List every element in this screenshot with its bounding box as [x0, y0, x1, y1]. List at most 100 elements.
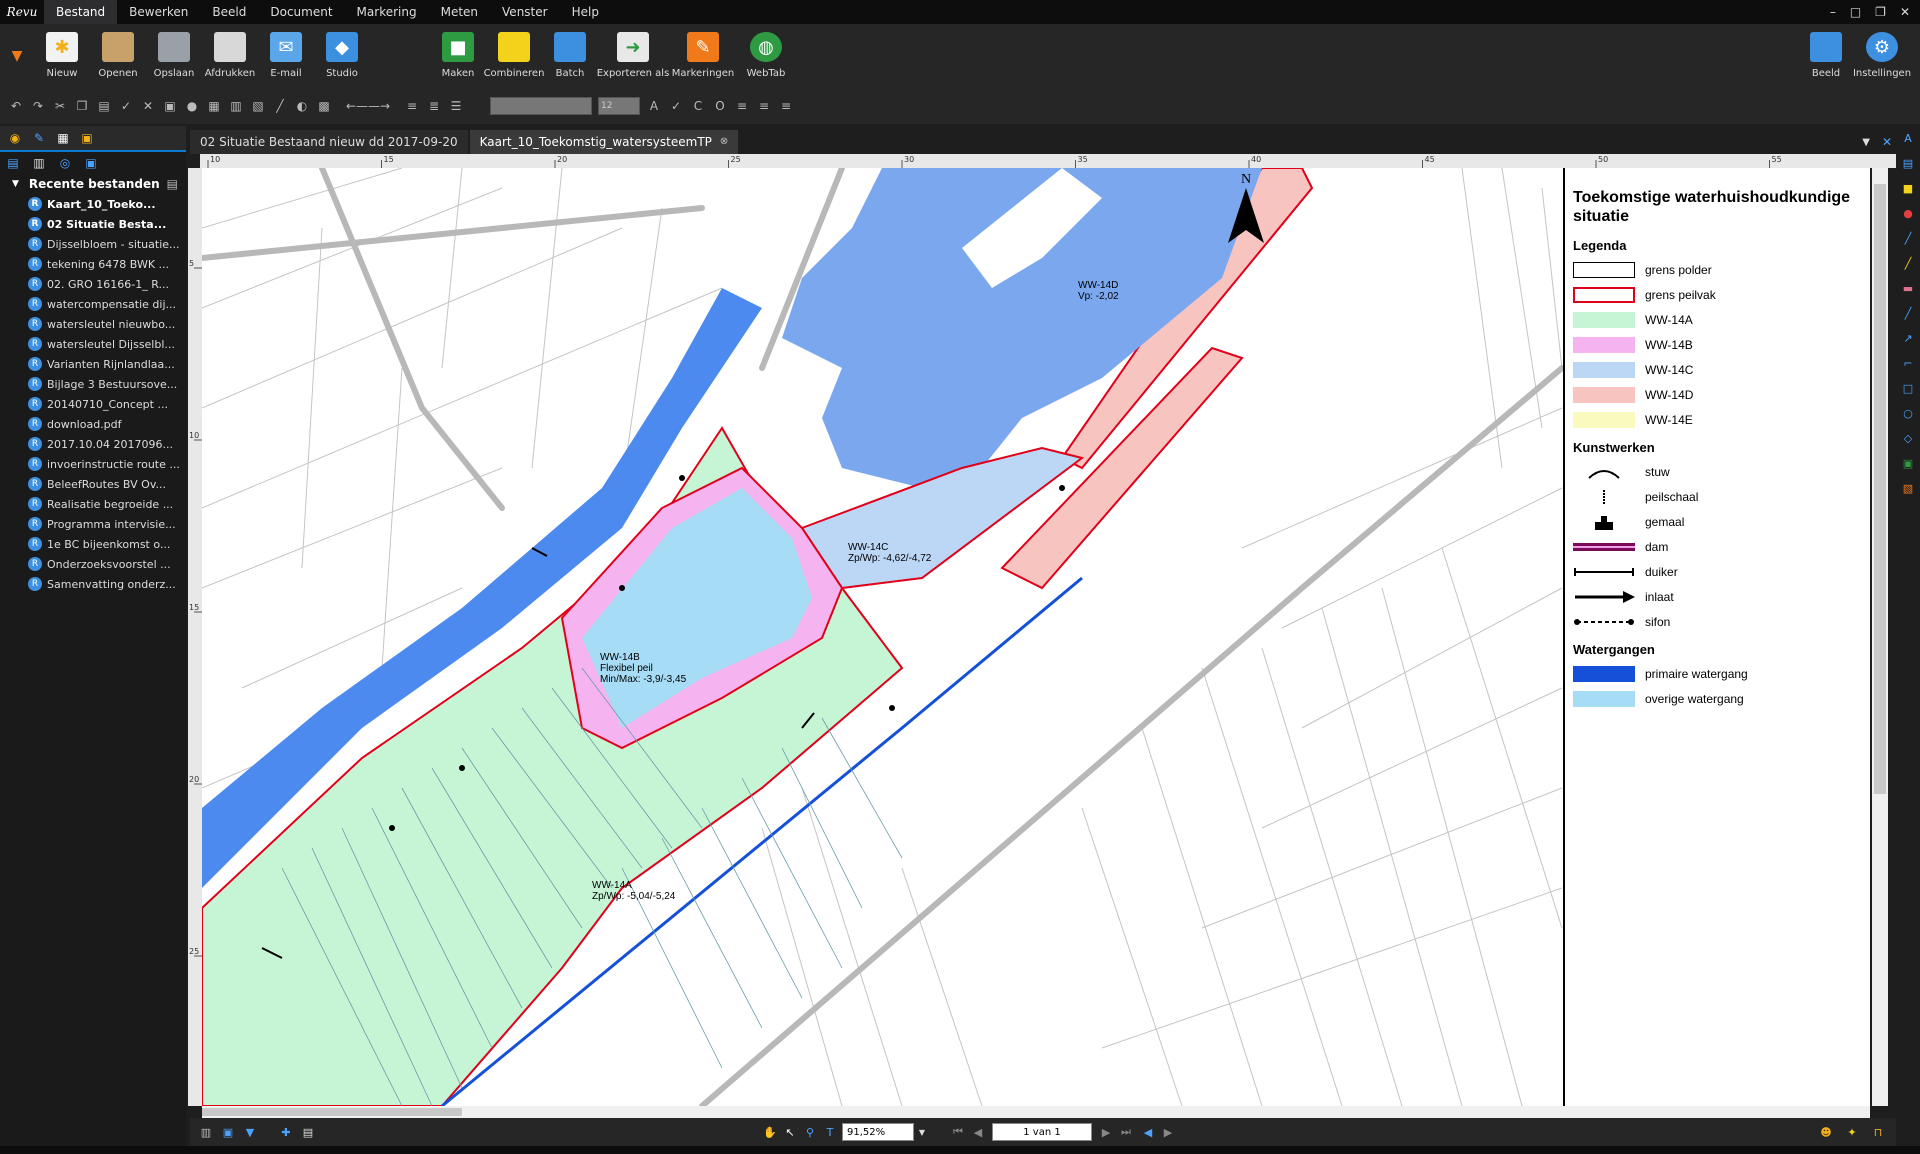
align-left-icon[interactable]: ≡: [734, 98, 750, 114]
markup-tab-icon[interactable]: ✎: [30, 129, 48, 147]
recent-file-item[interactable]: R Realisatie begroeide ...: [0, 494, 186, 514]
recent-file-item[interactable]: R Programma intervisie...: [0, 514, 186, 534]
eraser-tool-icon[interactable]: ▬: [1900, 280, 1916, 296]
last-page-icon[interactable]: ⏭: [1118, 1124, 1134, 1140]
rectangle-tool-icon[interactable]: □: [1900, 380, 1916, 396]
font-family-input[interactable]: [490, 97, 592, 115]
recent-file-item[interactable]: R 02 Situatie Besta...: [0, 214, 186, 234]
save-button[interactable]: Opslaan: [146, 24, 202, 88]
print-button[interactable]: Afdrukken: [202, 24, 258, 88]
menu-help[interactable]: Help: [560, 0, 611, 24]
collapse-icon[interactable]: ▼: [12, 174, 19, 194]
file-access-tab-icon[interactable]: ◉: [6, 129, 24, 147]
recent-file-item[interactable]: R Dijsselbloem - situatie...: [0, 234, 186, 254]
text-c-icon[interactable]: C: [690, 98, 706, 114]
recent-files-header[interactable]: ▼ Recente bestanden ▤: [0, 174, 186, 194]
location-tab-icon[interactable]: ◎: [56, 154, 74, 172]
attach-tool-icon[interactable]: ▧: [1900, 480, 1916, 496]
tab-kaart10[interactable]: Kaart_10_Toekomstig_watersysteemTP ⊗: [469, 130, 739, 154]
create-button[interactable]: ■ Maken: [430, 24, 486, 88]
flatten-icon[interactable]: ▦: [206, 98, 222, 114]
restore-icon[interactable]: □: [1850, 5, 1861, 19]
menu-venster[interactable]: Venster: [490, 0, 560, 24]
grid-icon[interactable]: ✚: [278, 1124, 294, 1140]
zoom-dropdown-icon[interactable]: ▼: [914, 1124, 930, 1140]
text-o-icon[interactable]: O: [712, 98, 728, 114]
recent-file-item[interactable]: R 02. GRO 16166-1_ R...: [0, 274, 186, 294]
maximize-icon[interactable]: ❐: [1875, 5, 1886, 19]
recent-file-item[interactable]: Rwatersleutel Dijsselbl...: [0, 334, 186, 354]
recent-file-item[interactable]: R 20140710_Concept ...: [0, 394, 186, 414]
font-size-input[interactable]: 12: [598, 97, 640, 115]
close-doc-icon[interactable]: ✕: [1882, 135, 1892, 149]
vertical-scroll-thumb[interactable]: [1874, 184, 1886, 794]
recent-file-item[interactable]: R 1e BC bijeenkomst o...: [0, 534, 186, 554]
paste-icon[interactable]: ▤: [96, 98, 112, 114]
view-button[interactable]: Beeld: [1798, 24, 1854, 88]
folder-tab-icon[interactable]: ▣: [82, 154, 100, 172]
recent-file-item[interactable]: Rdownload.pdf: [0, 414, 186, 434]
recent-file-item[interactable]: R 2017.10.04 2017096...: [0, 434, 186, 454]
align-right-icon[interactable]: ≡: [778, 98, 794, 114]
next-page-icon[interactable]: ▶: [1098, 1124, 1114, 1140]
list-icon[interactable]: ≡: [404, 98, 420, 114]
menu-document[interactable]: Document: [258, 0, 344, 24]
text-tool-icon[interactable]: A: [1900, 130, 1916, 146]
minimize-icon[interactable]: –: [1830, 5, 1836, 19]
close-icon[interactable]: ✕: [1900, 5, 1910, 19]
toolchest-tab-icon[interactable]: ▣: [78, 129, 96, 147]
ellipse-tool-icon[interactable]: ○: [1900, 405, 1916, 421]
combine-button[interactable]: Combineren: [484, 24, 544, 88]
text-size-icon[interactable]: A: [646, 98, 662, 114]
user-icon[interactable]: ☻: [1818, 1124, 1834, 1140]
thumbnails-tab-icon[interactable]: ▦: [54, 129, 72, 147]
fill-icon[interactable]: ◐: [294, 98, 310, 114]
line-tool-icon[interactable]: ╱: [1900, 305, 1916, 321]
align-center-icon[interactable]: ≡: [756, 98, 772, 114]
batch-button[interactable]: Batch: [542, 24, 598, 88]
pdf-icon[interactable]: ▧: [250, 98, 266, 114]
menu-bestand[interactable]: Bestand: [44, 0, 118, 24]
recent-tab-icon[interactable]: ▤: [4, 154, 22, 172]
select-tool-icon[interactable]: ↖: [782, 1124, 798, 1140]
menu-bewerken[interactable]: Bewerken: [117, 0, 200, 24]
tab-situatie[interactable]: 02 Situatie Bestaand nieuw dd 2017-09-20: [190, 130, 468, 154]
hatch-icon[interactable]: ▩: [316, 98, 332, 114]
menu-markering[interactable]: Markering: [345, 0, 429, 24]
text-check-icon[interactable]: ✓: [668, 98, 684, 114]
download-icon[interactable]: ▼: [242, 1124, 258, 1140]
documents-tab-icon[interactable]: ▥: [30, 154, 48, 172]
zoom-input[interactable]: 91,52%: [842, 1123, 914, 1141]
tab-close-icon[interactable]: ⊗: [720, 130, 728, 154]
note-tool-icon[interactable]: ■: [1900, 180, 1916, 196]
image-icon[interactable]: ▣: [162, 98, 178, 114]
recent-file-item[interactable]: R Kaart_10_Toeko...: [0, 194, 186, 214]
pen-tool-icon[interactable]: ╱: [1900, 230, 1916, 246]
webtab-button[interactable]: ◍ WebTab: [738, 24, 794, 88]
first-page-icon[interactable]: ⏮: [950, 1124, 966, 1140]
recent-file-item[interactable]: R Bijlage 3 Bestuursove...: [0, 374, 186, 394]
export-button[interactable]: ➜ Exporteren als: [597, 24, 669, 88]
line-arrow-icon[interactable]: ←——→: [338, 98, 398, 114]
lock-icon[interactable]: ⊓: [1870, 1124, 1886, 1140]
line-weight-icon[interactable]: ☰: [448, 98, 464, 114]
menu-arrow-icon[interactable]: ▼: [0, 24, 34, 88]
recent-file-item[interactable]: R Onderzoeksvoorstel ...: [0, 554, 186, 574]
menu-meten[interactable]: Meten: [429, 0, 490, 24]
zoom-tool-icon[interactable]: ⚲: [802, 1124, 818, 1140]
prev-page-icon[interactable]: ◀: [970, 1124, 986, 1140]
sync-icon[interactable]: ▣: [220, 1124, 236, 1140]
pen-icon[interactable]: ╱: [272, 98, 288, 114]
text-select-icon[interactable]: T: [822, 1124, 838, 1140]
cut-icon[interactable]: ✂: [52, 98, 68, 114]
image-tool-icon[interactable]: ▣: [1900, 455, 1916, 471]
open-button[interactable]: Openen: [90, 24, 146, 88]
format-painter-icon[interactable]: ✓: [118, 98, 134, 114]
horizontal-scrollbar[interactable]: [202, 1106, 1870, 1118]
markups-button[interactable]: ✎ Markeringen: [668, 24, 738, 88]
email-button[interactable]: ✉ E-mail: [258, 24, 314, 88]
stamp-icon[interactable]: ●: [184, 98, 200, 114]
new-button[interactable]: ✱ Nieuw: [34, 24, 90, 88]
layout-icon[interactable]: ▤: [300, 1124, 316, 1140]
split-view-icon[interactable]: ▥: [198, 1124, 214, 1140]
